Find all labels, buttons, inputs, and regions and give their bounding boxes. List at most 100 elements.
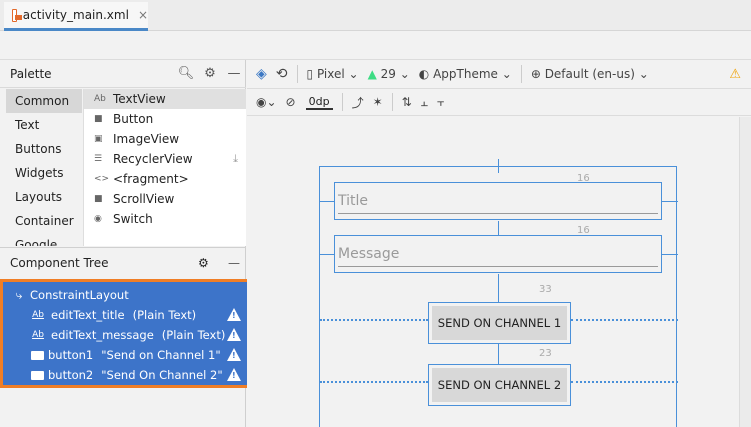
constraint-layout-icon: ⤷ bbox=[15, 287, 23, 302]
tree-node-edittext-message[interactable]: Ab editText_message (Plain Text) bbox=[3, 325, 249, 345]
constraint-line bbox=[498, 221, 499, 235]
underline bbox=[338, 266, 658, 267]
tree-node-id: editText_title bbox=[51, 308, 125, 322]
editor-tab-bar: activity_main.xml × bbox=[0, 0, 751, 31]
pack-icon[interactable]: ⇅ bbox=[402, 95, 412, 109]
edittext-icon: Ab bbox=[32, 330, 44, 340]
palette-item-fragment[interactable]: <> <fragment> bbox=[84, 169, 246, 189]
warning-icon[interactable] bbox=[227, 308, 241, 321]
infer-constraints-icon[interactable]: ✶ bbox=[373, 95, 383, 109]
palette-category-widgets[interactable]: Widgets bbox=[6, 161, 82, 185]
download-icon[interactable]: ⤓ bbox=[233, 152, 238, 166]
tree-node-type: (Plain Text) bbox=[161, 328, 226, 342]
tree-node-label: ConstraintLayout bbox=[30, 288, 129, 302]
image-icon: ▣ bbox=[94, 134, 103, 144]
button1-label: SEND ON CHANNEL 1 bbox=[432, 306, 567, 340]
constraint-line bbox=[662, 201, 678, 202]
tree-node-button1[interactable]: button1 "Send on Channel 1" bbox=[3, 345, 249, 365]
eye-icon[interactable]: ◉⌄ bbox=[256, 95, 277, 109]
palette-category-container[interactable]: Container bbox=[6, 209, 82, 233]
tab-label: activity_main.xml bbox=[22, 8, 129, 22]
tree-node-id: button2 bbox=[48, 368, 94, 382]
message-hint: Message bbox=[338, 246, 400, 262]
tab-activity-main[interactable]: activity_main.xml × bbox=[4, 2, 148, 31]
canvas-scrollbar[interactable] bbox=[739, 117, 751, 427]
default-margin-field[interactable]: 0dp bbox=[305, 95, 333, 110]
palette-category-text[interactable]: Text bbox=[6, 113, 82, 137]
palette-item-scrollview[interactable]: ■ ScrollView bbox=[84, 189, 246, 209]
tree-node-id: editText_message bbox=[51, 328, 154, 342]
left-panel: Palette 🔍︎ ⚙ — Common Text Buttons Widge… bbox=[0, 60, 252, 427]
tree-node-button2[interactable]: button2 "Send On Channel 2" bbox=[3, 365, 249, 385]
minimize-icon[interactable]: — bbox=[222, 66, 246, 81]
palette-item-switch[interactable]: ◉ Switch bbox=[84, 209, 246, 229]
palette-category-layouts[interactable]: Layouts bbox=[6, 185, 82, 209]
list-icon: ☰ bbox=[94, 154, 103, 164]
constraint-line bbox=[662, 254, 678, 255]
button2-preview[interactable]: SEND ON CHANNEL 2 bbox=[428, 364, 571, 406]
button1-preview[interactable]: SEND ON CHANNEL 1 bbox=[428, 302, 571, 344]
layers-icon[interactable]: ◈ bbox=[256, 66, 267, 82]
edittext-title-preview[interactable]: Title bbox=[334, 182, 662, 220]
api-selector[interactable]: ▲ 29 ⌄ bbox=[368, 67, 410, 81]
warning-icon[interactable] bbox=[227, 328, 241, 341]
divider bbox=[341, 93, 343, 111]
button-icon: ■ bbox=[94, 114, 103, 124]
palette-category-common[interactable]: Common bbox=[6, 89, 82, 113]
guidelines-icon[interactable]: ⫟ bbox=[437, 95, 444, 110]
editor-toolbar-strip bbox=[0, 32, 751, 60]
margin-label: 23 bbox=[539, 348, 552, 359]
tree-node-id: button1 bbox=[48, 348, 94, 362]
tree-node-edittext-title[interactable]: Ab editText_title (Plain Text) bbox=[3, 305, 249, 325]
xml-file-icon bbox=[12, 8, 22, 22]
gear-icon[interactable]: ⚙ bbox=[198, 256, 222, 270]
tree-node-text: "Send on Channel 1" bbox=[101, 348, 221, 362]
warning-icon[interactable] bbox=[227, 348, 241, 361]
device-label: Pixel bbox=[316, 67, 345, 81]
palette-categories: Common Text Buttons Widgets Layouts Cont… bbox=[6, 89, 82, 246]
minimize-icon[interactable]: — bbox=[222, 256, 246, 270]
constraint-spring bbox=[571, 319, 678, 325]
palette-item-label: RecyclerView bbox=[113, 152, 193, 166]
design-canvas[interactable]: 16 Title 16 Message 33 SEND ON CHANNEL 1… bbox=[247, 117, 751, 427]
palette-item-textview[interactable]: Ab TextView bbox=[84, 89, 246, 109]
clear-constraints-icon[interactable]: ⤴ bbox=[352, 94, 364, 111]
orientation-icon[interactable]: ⟲ bbox=[276, 66, 288, 82]
palette-item-imageview[interactable]: ▣ ImageView bbox=[84, 129, 246, 149]
palette-category-google[interactable]: Google bbox=[6, 233, 82, 246]
palette-item-label: <fragment> bbox=[113, 172, 189, 186]
palette-category-buttons[interactable]: Buttons bbox=[6, 137, 82, 161]
divider bbox=[520, 65, 522, 83]
constraint-line bbox=[498, 159, 499, 173]
device-selector[interactable]: ▯ Pixel ⌄ bbox=[307, 67, 359, 81]
palette-items: Ab TextView ■ Button ▣ ImageView ☰ RecyclerV… bbox=[83, 89, 246, 246]
palette-title: Palette bbox=[10, 66, 52, 81]
locale-selector[interactable]: ⊕ Default (en-us) ⌄ bbox=[531, 67, 649, 81]
code-icon: <> bbox=[94, 174, 110, 184]
gear-icon[interactable]: ⚙ bbox=[198, 66, 222, 81]
palette-item-button[interactable]: ■ Button bbox=[84, 109, 246, 129]
warning-icon[interactable]: ⚠ bbox=[729, 67, 741, 82]
palette-item-label: TextView bbox=[113, 92, 166, 106]
theme-label: AppTheme bbox=[433, 67, 498, 81]
palette-item-label: ScrollView bbox=[113, 192, 175, 206]
search-icon[interactable]: 🔍︎ bbox=[174, 66, 198, 81]
constraint-spring bbox=[571, 381, 678, 387]
theme-selector[interactable]: ◐ AppTheme ⌄ bbox=[419, 67, 512, 81]
palette-header: Palette 🔍︎ ⚙ — bbox=[0, 60, 246, 88]
warning-icon[interactable] bbox=[227, 368, 241, 381]
android-icon: ▲ bbox=[367, 67, 377, 81]
switch-icon: ◉ bbox=[94, 214, 102, 224]
title-hint: Title bbox=[338, 193, 369, 209]
align-icon[interactable]: ⫠ bbox=[421, 95, 428, 110]
device-preview: 16 Title 16 Message 33 SEND ON CHANNEL 1… bbox=[319, 159, 678, 427]
magnet-off-icon[interactable]: ⊘ bbox=[286, 95, 296, 109]
palette-item-recyclerview[interactable]: ☰ RecyclerView ⤓ bbox=[84, 149, 246, 169]
palette-item-label: ImageView bbox=[113, 132, 180, 146]
constraint-spring bbox=[320, 319, 428, 325]
close-tab-icon[interactable]: × bbox=[138, 8, 148, 22]
edittext-message-preview[interactable]: Message bbox=[334, 235, 662, 273]
tree-node-type: (Plain Text) bbox=[132, 308, 197, 322]
constraint-line bbox=[498, 344, 499, 364]
tree-node-constraintlayout[interactable]: ⤷ ConstraintLayout bbox=[3, 285, 249, 305]
